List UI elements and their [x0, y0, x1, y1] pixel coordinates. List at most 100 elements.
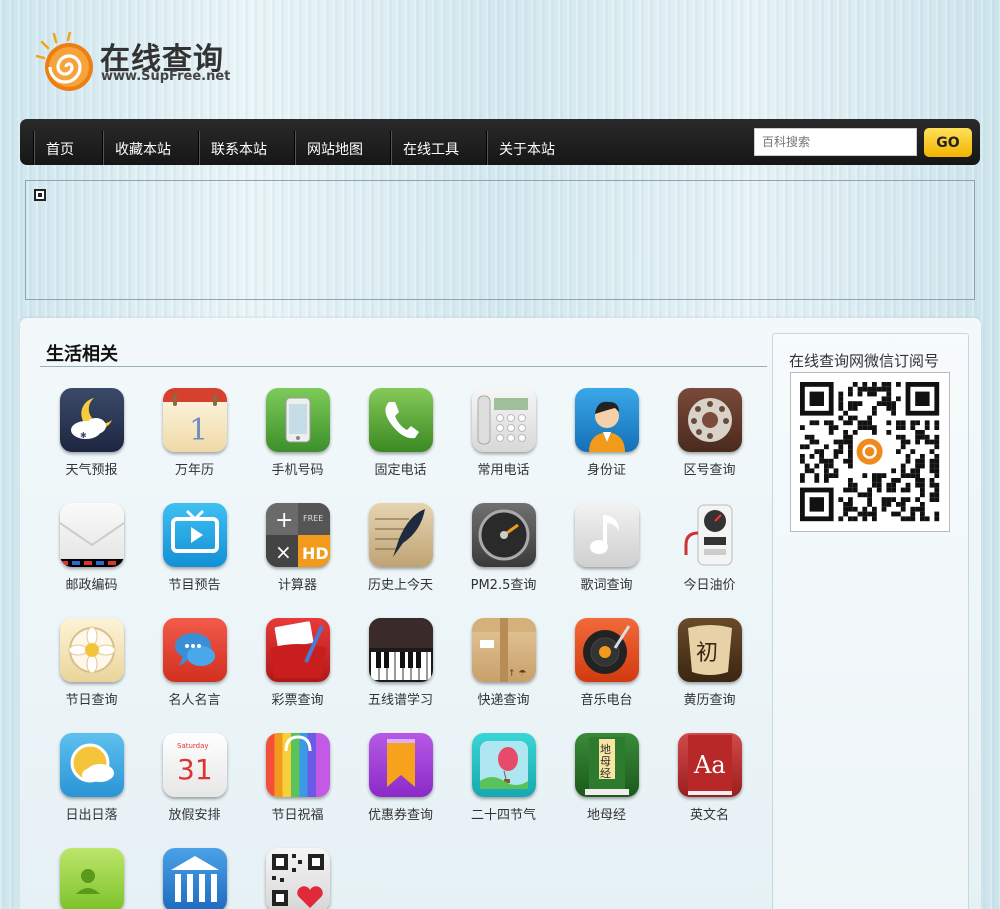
app-label: 音乐电台	[580, 693, 633, 708]
svg-text:FREE: FREE	[303, 514, 323, 523]
main-content: 生活相关 ✱ 天气预报 1 万年历 手机号码 固定电话 常用电话 身份证 区号查…	[20, 318, 981, 909]
app-label: 黄历查询	[683, 693, 736, 708]
app-label: 地母经	[586, 808, 626, 823]
coupon-icon	[368, 733, 433, 797]
app-festival[interactable]: 节日查询	[40, 618, 143, 708]
app-coupon[interactable]: 优惠券查询	[349, 733, 452, 823]
app-history-today[interactable]: 历史上今天	[349, 503, 452, 593]
gauge-icon	[471, 503, 536, 567]
id-card-icon	[574, 388, 639, 452]
app-landline[interactable]: 固定电话	[349, 388, 452, 478]
svg-text:初: 初	[696, 641, 718, 666]
turntable-icon	[574, 618, 639, 682]
app-label: PM2.5查询	[470, 578, 537, 593]
app-label: 身份证	[586, 463, 626, 478]
app-bank[interactable]	[143, 848, 246, 909]
weather-icon: ✱	[59, 388, 124, 452]
nav-item-home[interactable]: 首页	[34, 131, 103, 165]
nav-item-sitemap[interactable]: 网站地图	[295, 131, 391, 165]
app-label: 常用电话	[477, 463, 530, 478]
app-id-card[interactable]: 身份证	[555, 388, 658, 478]
envelope-icon	[59, 503, 124, 567]
site-url: www.SupFree.net	[101, 69, 231, 84]
app-calculator[interactable]: + FREE × HD 计算器	[246, 503, 349, 593]
search-go-button[interactable]: GO	[924, 128, 972, 157]
sidebar-title: 在线查询网微信订阅号	[789, 352, 940, 370]
desk-phone-icon	[471, 388, 536, 452]
app-label: 今日油价	[683, 578, 736, 593]
svg-text:Saturday: Saturday	[177, 742, 209, 750]
music-note-icon	[574, 503, 639, 567]
app-qr-code[interactable]	[246, 848, 349, 909]
app-area-code[interactable]: 区号查询	[658, 388, 761, 478]
section-divider	[40, 366, 767, 367]
app-lyrics[interactable]: 歌词查询	[555, 503, 658, 593]
app-english-name[interactable]: Aa 英文名	[658, 733, 761, 823]
qr-heart-icon	[265, 848, 330, 909]
app-label: 名人名言	[168, 693, 221, 708]
nav-label: 在线工具	[403, 142, 459, 158]
app-label: 历史上今天	[367, 578, 433, 593]
app-holiday[interactable]: Saturday 31 放假安排	[143, 733, 246, 823]
app-mobile[interactable]: 手机号码	[246, 388, 349, 478]
app-quotes[interactable]: 名人名言	[143, 618, 246, 708]
app-sunrise[interactable]: 日出日落	[40, 733, 143, 823]
piano-icon	[368, 618, 433, 682]
site-logo[interactable]: 在线查询 www.SupFree.net	[26, 18, 246, 96]
nav-label: 关于本站	[499, 142, 555, 158]
search-input[interactable]	[754, 128, 917, 156]
app-label: 固定电话	[374, 463, 427, 478]
nav-item-contact[interactable]: 联系本站	[199, 131, 295, 165]
app-label: 日出日落	[65, 808, 118, 823]
app-label: 节日查询	[65, 693, 118, 708]
nav-item-about[interactable]: 关于本站	[487, 131, 583, 165]
app-lottery[interactable]: 彩票查询	[246, 618, 349, 708]
app-label: 天气预报	[65, 463, 118, 478]
app-almanac[interactable]: 初 黄历查询	[658, 618, 761, 708]
calendar-icon: 1	[162, 388, 227, 452]
app-label: 快递查询	[477, 693, 530, 708]
app-label: 放假安排	[168, 808, 221, 823]
gift-bag-icon	[265, 733, 330, 797]
app-express[interactable]: ↑ ☂ 快递查询	[452, 618, 555, 708]
lottery-icon	[265, 618, 330, 682]
broken-image-icon	[34, 189, 46, 201]
gas-pump-icon	[678, 503, 742, 567]
app-staff-notation[interactable]: 五线谱学习	[349, 618, 452, 708]
app-tv-guide[interactable]: 节目预告	[143, 503, 246, 593]
app-dimujing[interactable]: 地母经 地母经	[555, 733, 658, 823]
bank-icon	[162, 848, 227, 909]
app-greetings[interactable]: 节日祝福	[246, 733, 349, 823]
app-label: 二十四节气	[470, 808, 536, 823]
contact-card-icon	[59, 848, 124, 909]
app-label: 万年历	[174, 463, 214, 478]
app-solar-terms[interactable]: 二十四节气	[452, 733, 555, 823]
svg-text:31: 31	[177, 753, 213, 786]
landline-phone-icon	[368, 388, 433, 452]
nav-item-bookmark[interactable]: 收藏本站	[103, 131, 199, 165]
svg-text:✱: ✱	[80, 431, 87, 440]
balloon-icon	[471, 733, 536, 797]
qr-code-icon	[800, 382, 940, 522]
app-label: 英文名	[689, 808, 729, 823]
app-contact[interactable]	[40, 848, 143, 909]
app-label: 区号查询	[683, 463, 736, 478]
nav-label: 首页	[46, 142, 74, 158]
app-label: 节日祝福	[271, 808, 324, 823]
nav-item-tools[interactable]: 在线工具	[391, 131, 487, 165]
swirl-logo-icon	[36, 32, 93, 91]
sidebar-wechat: 在线查询网微信订阅号	[772, 333, 969, 909]
app-weather[interactable]: ✱ 天气预报	[40, 388, 143, 478]
main-nav: 首页 收藏本站 联系本站 网站地图 在线工具 关于本站 GO	[20, 119, 980, 165]
flower-icon	[59, 618, 124, 682]
section-title: 生活相关	[46, 344, 118, 365]
app-pm25[interactable]: PM2.5查询	[452, 503, 555, 593]
app-music-radio[interactable]: 音乐电台	[555, 618, 658, 708]
mobile-phone-icon	[265, 388, 330, 452]
app-calendar[interactable]: 1 万年历	[143, 388, 246, 478]
app-label: 优惠券查询	[367, 808, 433, 823]
app-postcode[interactable]: 邮政编码	[40, 503, 143, 593]
app-oil-price[interactable]: 今日油价	[658, 503, 761, 593]
app-common-phones[interactable]: 常用电话	[452, 388, 555, 478]
parcel-icon: ↑ ☂	[471, 618, 536, 682]
